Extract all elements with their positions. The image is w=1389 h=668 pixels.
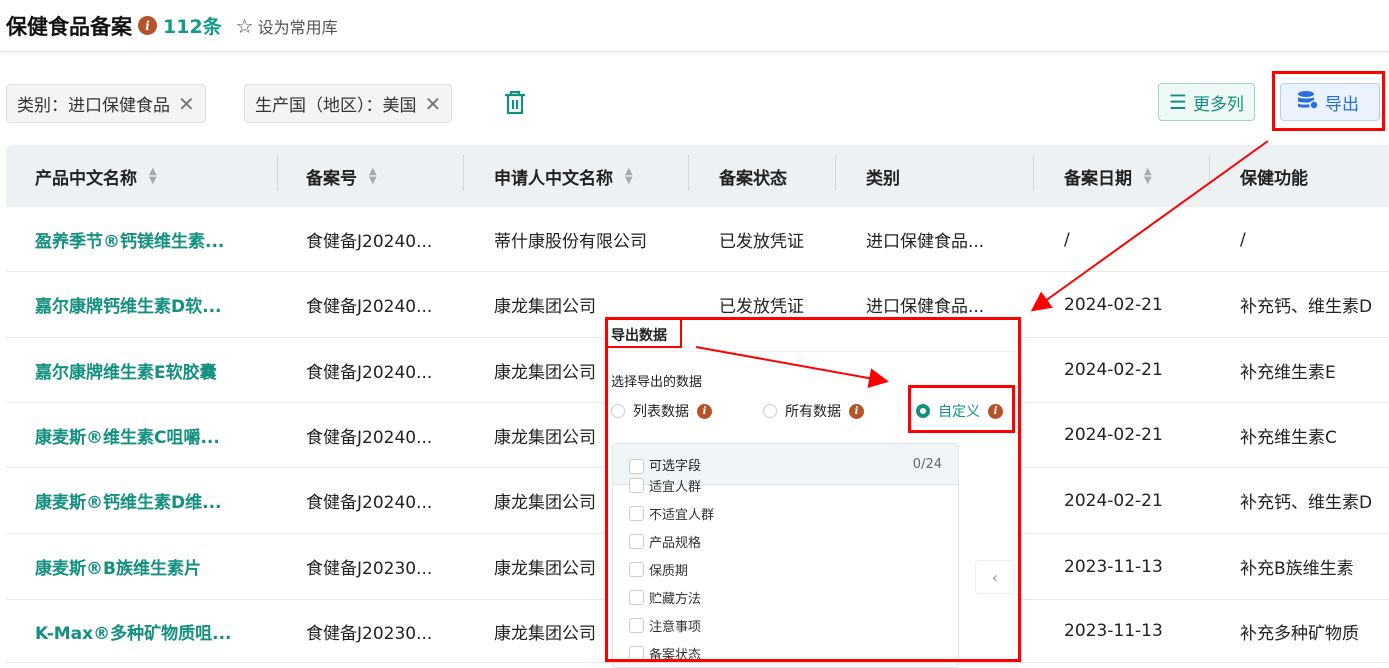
annotation-arrows [695,140,1269,389]
